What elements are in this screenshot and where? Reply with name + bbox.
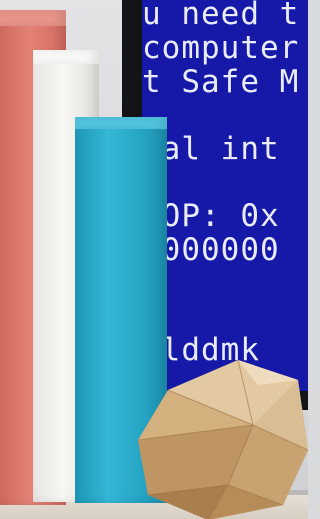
screen-line-2: computer — [142, 30, 300, 66]
screen-line-3: t Safe M — [142, 64, 300, 100]
screen-line-1: u need t — [142, 0, 300, 32]
photo-scene: u need t computer t Safe M cal int TOP: … — [0, 0, 308, 519]
wooden-polyhedron-icon — [138, 359, 308, 519]
white-book-top — [33, 50, 99, 64]
cyan-book-top — [75, 117, 167, 129]
red-book-top — [0, 10, 66, 26]
